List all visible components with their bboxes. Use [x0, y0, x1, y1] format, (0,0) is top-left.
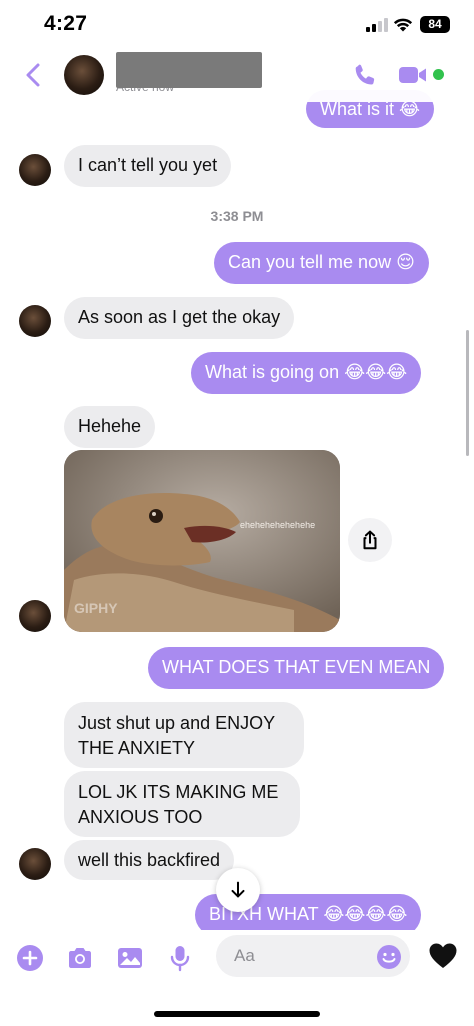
message-text: Can you tell me now 😌: [228, 252, 415, 272]
message-composer: Aa: [0, 930, 474, 990]
share-icon: [363, 530, 377, 550]
signal-icon: [366, 18, 388, 32]
contact-avatar-small[interactable]: [19, 848, 51, 880]
contact-avatar-small[interactable]: [19, 600, 51, 632]
share-button[interactable]: [348, 518, 392, 562]
plus-icon[interactable]: [16, 944, 44, 972]
contact-avatar-small[interactable]: [19, 154, 51, 186]
image-icon[interactable]: [116, 944, 144, 972]
message-text: What is it 😂: [320, 99, 421, 119]
wifi-icon: [393, 18, 413, 32]
message-outgoing[interactable]: Can you tell me now 😌: [214, 242, 429, 284]
phone-icon[interactable]: [352, 62, 378, 88]
status-bar: 4:27 84: [0, 0, 474, 50]
message-incoming[interactable]: well this backfired: [64, 840, 235, 880]
message-outgoing[interactable]: What is going on 😂😂😂: [191, 352, 422, 394]
gif-caption: ehehehehehehehe: [240, 520, 316, 530]
home-indicator: [154, 1011, 320, 1017]
heart-icon[interactable]: [428, 942, 458, 970]
message-incoming[interactable]: LOL JK ITS MAKING ME ANXIOUS TOO: [64, 771, 300, 837]
message-incoming[interactable]: Just shut up and ENJOY THE ANXIETY: [64, 702, 304, 768]
message-text: As soon as I get the okay: [78, 307, 281, 327]
emoji-icon[interactable]: [376, 944, 402, 970]
message-text: well this backfired: [78, 850, 221, 870]
message-input-placeholder: Aa: [234, 946, 255, 965]
arrow-down-icon: [231, 881, 245, 898]
message-text: WHAT DOES THAT EVEN MEAN: [162, 657, 431, 677]
redacted-name-block: [116, 52, 262, 88]
battery-indicator: 84: [420, 16, 450, 33]
back-icon[interactable]: [22, 62, 46, 88]
scroll-to-bottom-button[interactable]: [216, 868, 260, 912]
message-text: I can’t tell you yet: [78, 155, 218, 175]
message-incoming[interactable]: As soon as I get the okay: [64, 297, 295, 339]
gif-lizard[interactable]: ehehehehehehehe GIPHY: [64, 450, 340, 632]
message-text: What is going on 😂😂😂: [205, 362, 408, 382]
camera-icon[interactable]: [66, 944, 94, 972]
timestamp: 3:38 PM: [210, 208, 264, 224]
gif-watermark: GIPHY: [74, 600, 118, 616]
message-text: LOL JK ITS MAKING ME ANXIOUS TOO: [78, 782, 279, 827]
online-indicator: [433, 69, 444, 80]
contact-avatar-small[interactable]: [19, 305, 51, 337]
microphone-icon[interactable]: [166, 944, 194, 972]
message-outgoing[interactable]: WHAT DOES THAT EVEN MEAN: [148, 647, 445, 689]
contact-avatar[interactable]: [64, 55, 104, 95]
message-text: Hehehe: [78, 416, 142, 436]
chat-header: A Active now: [0, 50, 474, 102]
scrollbar[interactable]: [466, 330, 469, 456]
message-incoming[interactable]: I can’t tell you yet: [64, 145, 232, 187]
message-text: Just shut up and ENJOY THE ANXIETY: [78, 713, 275, 758]
message-incoming[interactable]: Hehehe: [64, 406, 156, 448]
status-time: 4:27: [44, 12, 88, 35]
message-input[interactable]: Aa: [216, 935, 410, 977]
video-icon[interactable]: [398, 64, 428, 86]
